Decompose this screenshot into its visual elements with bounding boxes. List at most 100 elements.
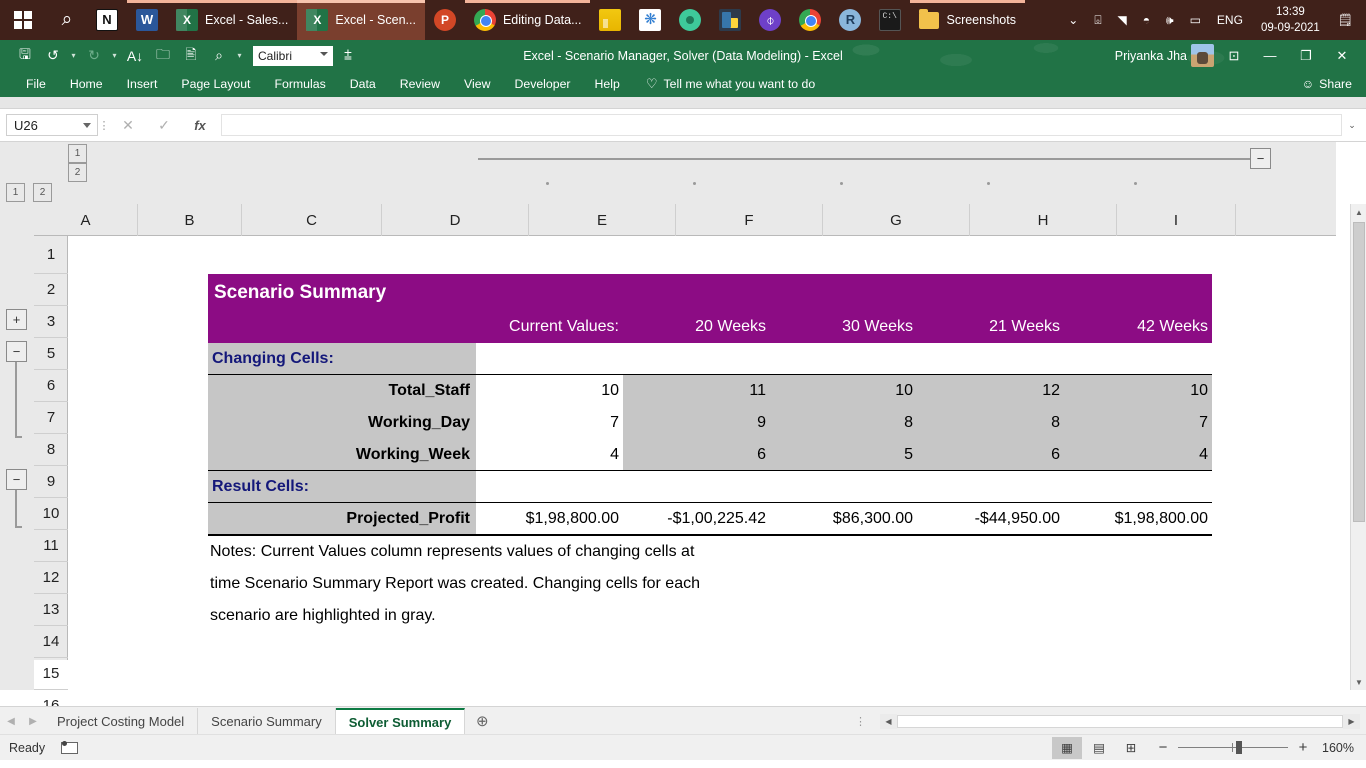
column-header-f[interactable]: F [676,204,823,236]
column-group-collapse-button[interactable]: − [1250,148,1271,169]
next-sheet-button[interactable]: ▶ [22,708,44,734]
taskbar-item-pycharm[interactable] [710,0,750,40]
row-header-12[interactable]: 12 [34,562,68,594]
notifications-button[interactable]: 🗒 [1331,0,1360,40]
sheet-tab-solver-summary[interactable]: Solver Summary [335,708,466,734]
row-header-8[interactable]: 8 [34,434,68,466]
zoom-slider[interactable] [1178,741,1288,754]
taskbar-search-button[interactable]: ⌕ [47,0,87,40]
avatar[interactable] [1191,44,1214,67]
row-header-5[interactable]: 5 [34,338,68,370]
open-button[interactable]: 🗀 [150,44,176,68]
start-button[interactable] [0,0,47,40]
maximize-button[interactable]: ❐ [1290,43,1322,69]
taskbar-item-word[interactable]: W [127,0,167,40]
tab-file[interactable]: File [14,71,58,97]
redo-dropdown[interactable]: ▾ [109,51,120,60]
taskbar-item-chrome[interactable]: Editing Data... [464,0,591,40]
tab-view[interactable]: View [452,71,502,97]
name-box[interactable]: U26 [6,114,98,136]
row-header-6[interactable]: 6 [34,370,68,402]
sheet-tab-scenario-summary[interactable]: Scenario Summary [198,708,336,734]
tab-insert[interactable]: Insert [115,71,170,97]
tray-wifi-button[interactable]: ◥ [1111,0,1134,40]
font-name-box[interactable]: Calibri [253,45,333,66]
scroll-down-button[interactable]: ▼ [1351,674,1366,690]
column-header-h[interactable]: H [970,204,1117,236]
taskbar-item-powerpoint[interactable]: P [425,0,465,40]
vertical-scrollbar[interactable]: ▲ ▼ [1350,204,1366,690]
expand-formula-bar-button[interactable]: ⌄ [1344,120,1360,131]
record-macro-icon[interactable] [61,741,79,754]
column-header-i[interactable]: I [1117,204,1236,236]
column-outline-level-2[interactable]: 2 [68,163,87,182]
row-header-15[interactable]: 15 [34,658,68,690]
taskbar-item-command-prompt[interactable] [870,0,910,40]
row-header-3[interactable]: 3 [34,306,68,338]
tab-formulas[interactable]: Formulas [262,71,337,97]
tray-expand-button[interactable]: ⌄ [1061,0,1085,40]
tab-help[interactable]: Help [583,71,632,97]
ribbon-display-options-button[interactable]: ⊡ [1218,43,1250,69]
row-header-1[interactable]: 1 [34,236,68,274]
sort-button[interactable]: A↓ [122,44,148,68]
scroll-right-button[interactable]: ▶ [1343,713,1360,729]
tab-data[interactable]: Data [338,71,388,97]
sheet-bar-splitter[interactable]: ⋮ [855,708,872,734]
column-header-c[interactable]: C [242,204,382,236]
row-header-14[interactable]: 14 [34,626,68,658]
column-header-d[interactable]: D [382,204,529,236]
previous-sheet-button[interactable]: ◀ [0,708,22,734]
account-name[interactable]: Priyanka Jha [1115,49,1187,63]
row-group-collapse-button-1[interactable]: − [6,341,27,362]
taskbar-clock[interactable]: 13:39 09-09-2021 [1252,5,1329,35]
row-header-10[interactable]: 10 [34,498,68,530]
row-outline-level-2[interactable]: 2 [33,183,52,202]
page-break-view-button[interactable]: ⊞ [1116,737,1146,759]
column-header-b[interactable]: B [138,204,242,236]
cells-area[interactable]: Scenario Summary Current Values: 20 Week… [68,236,1336,660]
taskbar-item-browser[interactable] [790,0,830,40]
find-button[interactable]: ⌕ [206,44,232,68]
row-header-2[interactable]: 2 [34,274,68,306]
customize-qat-button[interactable]: ⩲ [335,44,361,68]
add-sheet-button[interactable]: ⊕ [465,708,499,734]
vertical-scrollbar-thumb[interactable] [1353,222,1365,522]
horizontal-scrollbar-track[interactable] [897,714,1343,728]
tab-developer[interactable]: Developer [502,71,582,97]
tray-volume-button[interactable]: 🕪 [1159,0,1181,40]
minimize-button[interactable]: — [1254,43,1286,69]
tab-review[interactable]: Review [388,71,452,97]
taskbar-item-screenshots[interactable]: Screenshots [910,0,1026,40]
column-header-e[interactable]: E [529,204,676,236]
taskbar-item-github[interactable]: ⌽ [750,0,790,40]
save-button[interactable]: 🖫 [12,44,38,68]
confirm-entry-button[interactable]: ✓ [146,113,182,137]
row-header-7[interactable]: 7 [34,402,68,434]
zoom-in-button[interactable]: + [1296,739,1310,756]
row-header-11[interactable]: 11 [34,530,68,562]
scroll-up-button[interactable]: ▲ [1351,204,1366,220]
find-dropdown[interactable]: ▾ [234,51,245,60]
zoom-level[interactable]: 160% [1320,741,1366,755]
row-group-collapse-button-2[interactable]: − [6,469,27,490]
print-preview-button[interactable]: 🖹 [178,44,204,68]
page-layout-view-button[interactable]: ▤ [1084,737,1114,759]
zoom-out-button[interactable]: − [1156,739,1170,756]
column-header-a[interactable]: A [34,204,138,236]
horizontal-scrollbar[interactable]: ◀ ▶ [880,713,1360,729]
taskbar-item-atom[interactable] [670,0,710,40]
taskbar-item-rstudio[interactable]: R [830,0,870,40]
taskbar-item-power-bi[interactable] [590,0,630,40]
tray-battery-button[interactable]: ▭ [1183,0,1208,40]
tray-language-button[interactable]: ENG [1210,0,1250,40]
row-header-13[interactable]: 13 [34,594,68,626]
formula-input[interactable] [221,114,1342,136]
zoom-slider-thumb[interactable] [1236,741,1242,754]
tray-camera-button[interactable]: ⌻ [1087,0,1108,40]
row-group-expand-button[interactable]: + [6,309,27,330]
tab-home[interactable]: Home [58,71,115,97]
column-outline-level-1[interactable]: 1 [68,144,87,163]
share-button[interactable]: ☺ Share [1302,77,1366,91]
normal-view-button[interactable]: ▦ [1052,736,1082,759]
